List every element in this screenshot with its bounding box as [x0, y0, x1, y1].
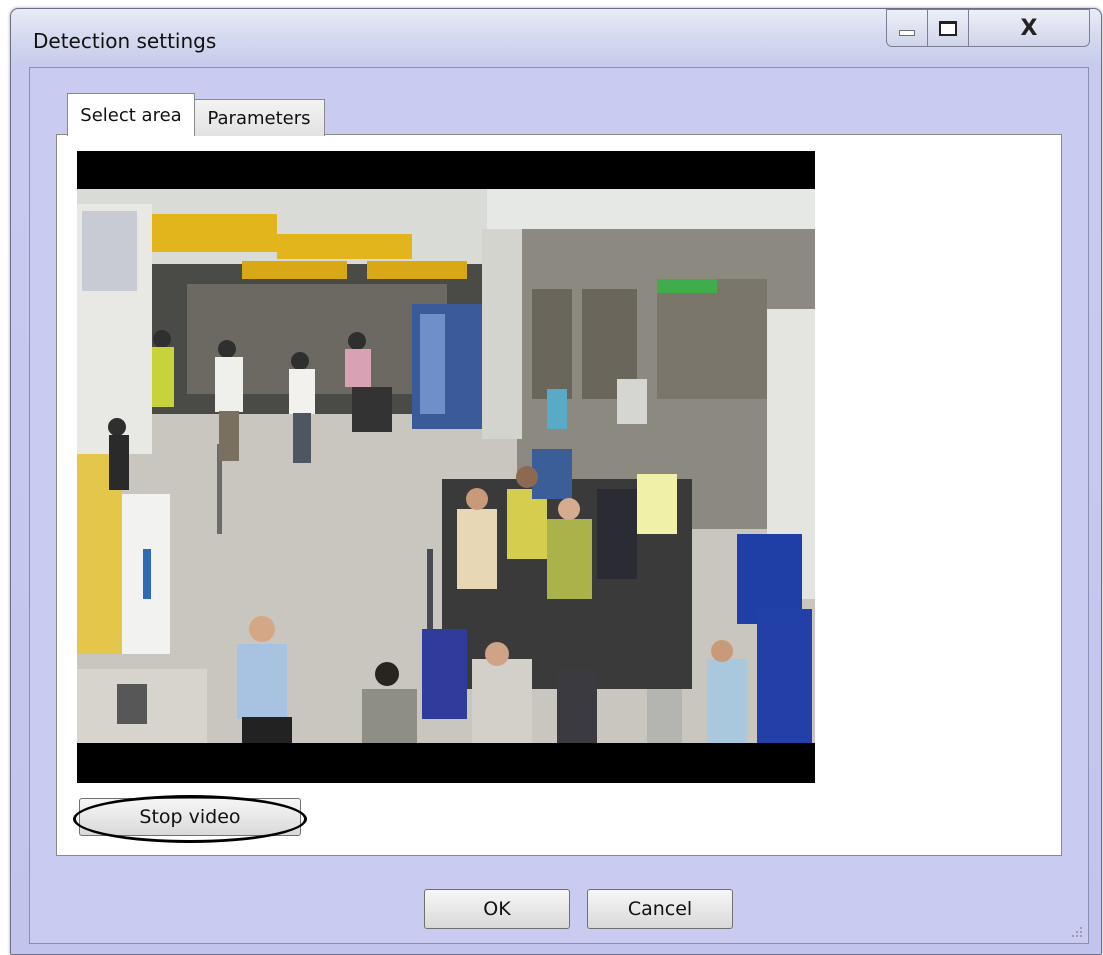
video-preview[interactable] [77, 151, 815, 783]
tab-select-area[interactable]: Select area [67, 93, 195, 136]
tab-parameters[interactable]: Parameters [193, 99, 325, 136]
ok-button[interactable]: OK [424, 889, 570, 929]
cancel-button[interactable]: Cancel [587, 889, 733, 929]
close-icon: X [1020, 15, 1038, 41]
maximize-button[interactable] [927, 9, 969, 47]
camera-frame-image [77, 189, 815, 743]
detection-settings-window: Detection settings X Select area Paramet… [10, 8, 1102, 955]
stop-video-button[interactable]: Stop video [79, 798, 301, 836]
minimize-button[interactable] [886, 9, 928, 47]
maximize-icon [939, 20, 957, 36]
close-button[interactable]: X [968, 9, 1090, 47]
window-title: Detection settings [33, 29, 217, 53]
minimize-icon [899, 30, 915, 36]
select-area-panel: Stop video [56, 134, 1062, 856]
dialog-client-area: Select area Parameters Stop video OK Can… [29, 67, 1089, 944]
title-bar[interactable]: Detection settings X [11, 9, 1101, 65]
resize-grip-icon[interactable] [1068, 923, 1084, 939]
